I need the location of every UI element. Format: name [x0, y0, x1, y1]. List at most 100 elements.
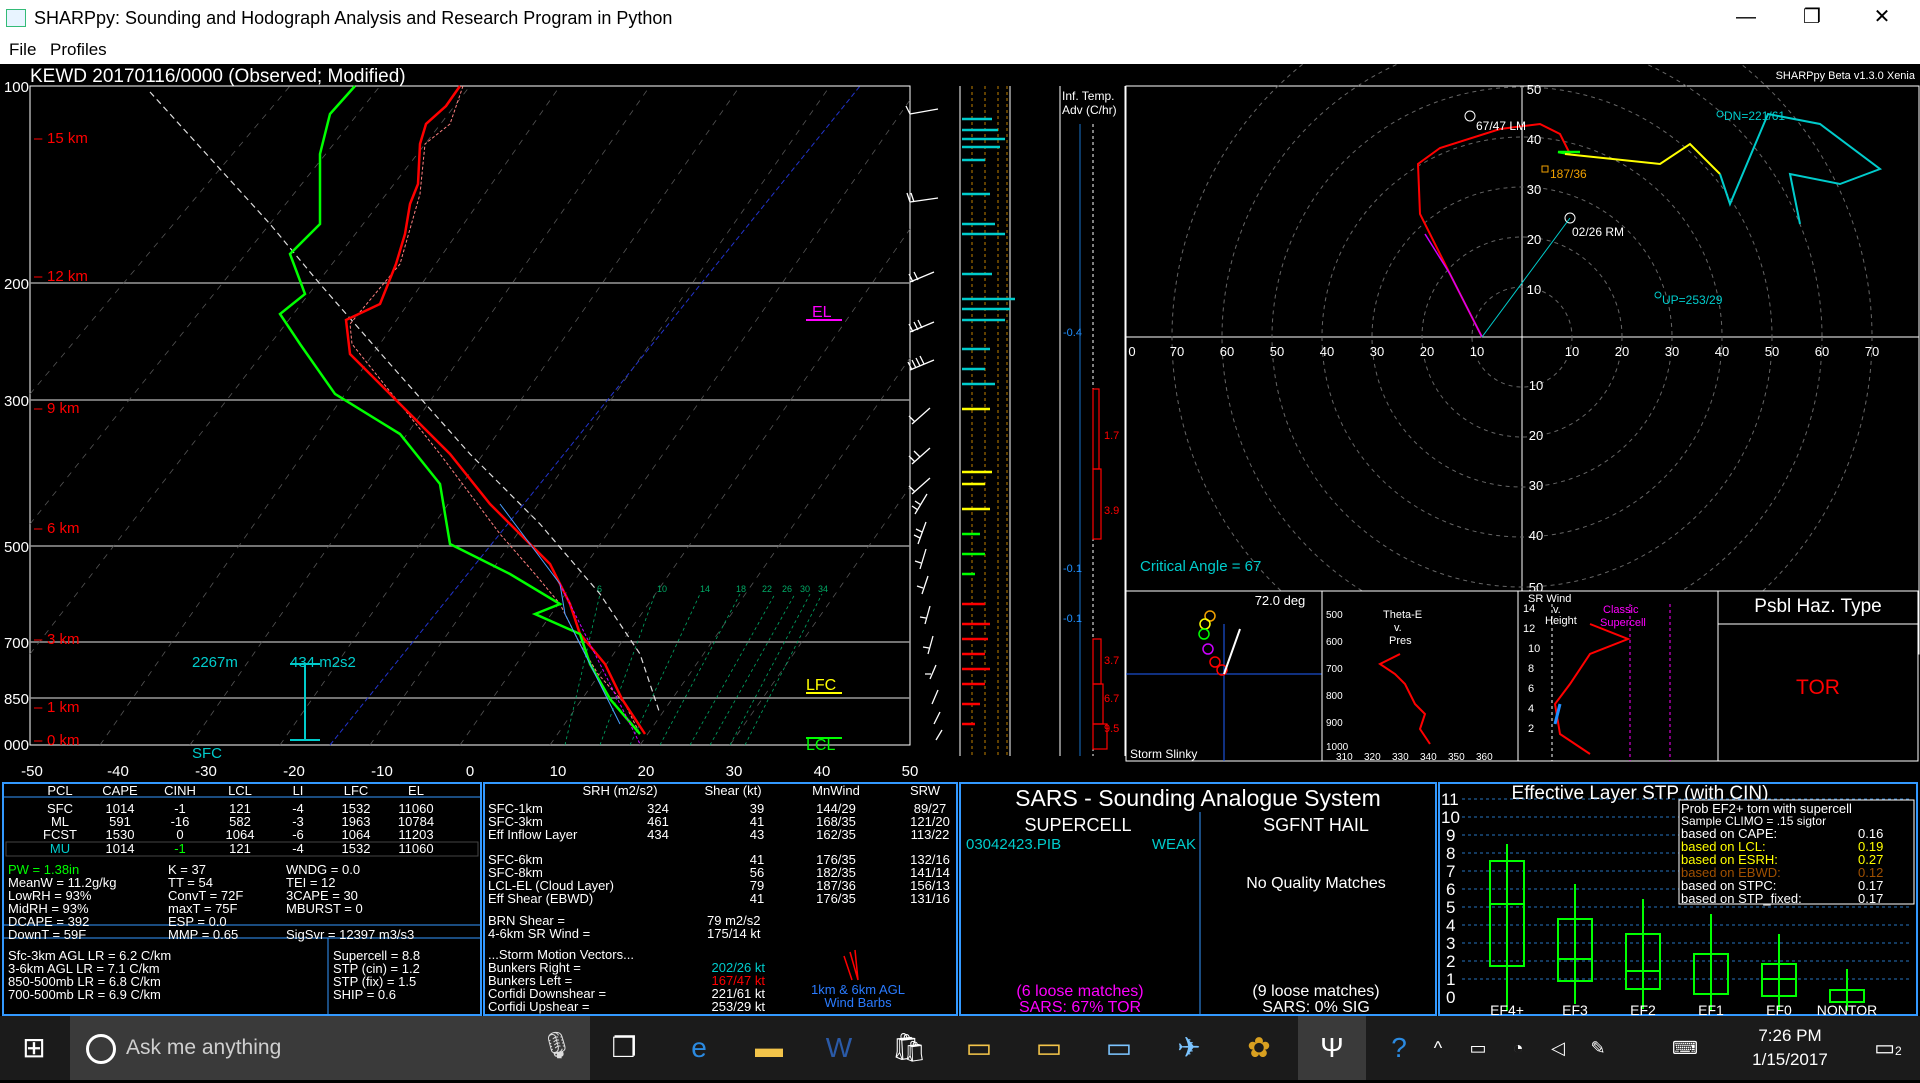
svg-text:10: 10 [550, 763, 567, 780]
svg-text:320: 320 [1364, 752, 1381, 763]
svg-text:340: 340 [1420, 752, 1437, 763]
svg-text:CAPE: CAPE [102, 783, 138, 798]
bunkers-left-label: 67/47 LM [1476, 119, 1526, 133]
svg-text:200: 200 [4, 276, 29, 293]
menu-file[interactable]: File [9, 40, 36, 60]
lcl-label: LCL [806, 737, 835, 754]
wind-barbs [905, 105, 943, 741]
svg-text:6: 6 [1446, 880, 1455, 899]
documents-icon[interactable]: ▭ [945, 1016, 1013, 1080]
svg-text:350: 350 [1448, 752, 1465, 763]
svg-text:(6 loose matches): (6 loose matches) [1016, 983, 1143, 1000]
svg-text:0: 0 [176, 827, 183, 842]
svg-text:14: 14 [700, 584, 710, 594]
svg-text:800: 800 [1326, 691, 1343, 702]
start-button[interactable]: ⊞ [0, 1016, 68, 1080]
clock-time: 7:26 PM [1758, 1026, 1822, 1045]
sharppy-taskbar-icon[interactable]: Ψ [1298, 1016, 1366, 1080]
chevron-up-icon[interactable]: ^ [1418, 1016, 1458, 1080]
composite-indices: Supercell = 8.8STP (cin) = 1.2 STP (fix)… [333, 948, 420, 1002]
menu-profiles[interactable]: Profiles [50, 40, 107, 60]
svg-text:7: 7 [1446, 862, 1455, 881]
isobars [30, 282, 910, 699]
volume-icon[interactable]: ◁ [1538, 1016, 1578, 1080]
svg-text:SHIP = 0.6: SHIP = 0.6 [333, 987, 396, 1002]
svg-text:-0.1: -0.1 [1063, 563, 1082, 575]
svg-text:SGFNT HAIL: SGFNT HAIL [1263, 815, 1369, 835]
svg-text:1530: 1530 [106, 827, 135, 842]
svg-text:50: 50 [1270, 344, 1284, 359]
svg-text:3.9: 3.9 [1104, 505, 1119, 517]
svg-text:MMP = 0.65: MMP = 0.65 [168, 927, 238, 942]
svg-text:0 km: 0 km [47, 732, 80, 749]
svg-text:6.7: 6.7 [1104, 693, 1119, 705]
skewt-header: KEWD 20170116/0000 (Observed; Modified) [30, 66, 406, 87]
svg-text:1: 1 [1446, 970, 1455, 989]
keyboard-icon[interactable]: ⌨ [1660, 1016, 1710, 1080]
close-button[interactable]: ✕ [1852, 0, 1912, 36]
store-icon[interactable]: 🛍 [875, 1016, 943, 1080]
svg-text:162/35: 162/35 [816, 827, 856, 842]
pen-icon[interactable]: ✎ [1578, 1016, 1618, 1080]
svg-text:113/22: 113/22 [911, 827, 950, 842]
critical-angle-label: Critical Angle = 67 [1140, 558, 1261, 575]
skewt-panel[interactable]: KEWD 20170116/0000 (Observed; Modified) [4, 66, 943, 780]
mixing-labels: 6 10 14 18 22 26 30 34 [597, 584, 828, 594]
svg-text:43: 43 [750, 827, 764, 842]
svg-text:850: 850 [4, 691, 29, 708]
svg-text:12: 12 [1523, 623, 1535, 635]
hazard-title: Psbl Haz. Type [1754, 596, 1881, 617]
notification-icon[interactable]: ▭2 [1860, 1016, 1916, 1080]
svg-text:600: 600 [1326, 637, 1343, 648]
sfc-label: SFC [192, 745, 222, 762]
svg-text:–: – [34, 732, 43, 749]
maximize-button[interactable]: ❐ [1782, 0, 1842, 36]
downdraft-trace [559, 583, 641, 745]
svg-text:Supercell: Supercell [1600, 617, 1646, 629]
file-explorer-icon[interactable]: ▬ [735, 1016, 803, 1080]
wifi-icon[interactable]: ◔ [1498, 1016, 1538, 1080]
microphone-icon[interactable]: 🎙 [540, 1030, 573, 1061]
word-icon[interactable]: W [805, 1016, 873, 1080]
computer-icon[interactable]: ▭ [1085, 1016, 1153, 1080]
hazard-type-panel: Psbl Haz. Type TOR [1717, 590, 1919, 762]
inf-temp-title: Inf. Temp. [1062, 89, 1114, 103]
svg-text:10: 10 [1529, 378, 1543, 393]
storm-slinky-panel: 72.0 deg Storm Slinky [1125, 590, 1323, 762]
svg-text:4: 4 [1528, 703, 1534, 715]
svg-text:MU: MU [50, 841, 70, 856]
minimize-button[interactable]: — [1716, 0, 1776, 36]
svg-text:EF2: EF2 [1630, 1002, 1656, 1016]
svg-text:PCL: PCL [47, 783, 72, 798]
svg-text:41: 41 [750, 891, 764, 906]
sars-title: SARS - Sounding Analogue System [1015, 785, 1381, 811]
version-label: SHARPpy Beta v1.3.0 Xenia [1776, 70, 1916, 82]
kinematics-panel: SRH (m2/s2) Shear (kt) MnWind SRW SFC-1k… [483, 782, 958, 1016]
svg-text:30: 30 [1527, 182, 1541, 197]
edge-icon[interactable]: e [665, 1016, 733, 1080]
svg-text:3 km: 3 km [47, 631, 80, 648]
pressure-axis: 100 200 300 500 700 850 000 [4, 79, 29, 754]
svg-text:–: – [34, 699, 43, 716]
svg-text:Theta-E: Theta-E [1383, 609, 1422, 621]
svg-text:-30: -30 [195, 763, 217, 780]
svg-text:10: 10 [1527, 282, 1541, 297]
svg-text:700: 700 [4, 635, 29, 652]
svg-text:Wind Barbs: Wind Barbs [824, 995, 892, 1010]
folder-icon[interactable]: ▭ [1015, 1016, 1083, 1080]
battery-icon[interactable]: ▭ [1458, 1016, 1498, 1080]
bunkers-left-value: 167/47 kt [712, 973, 766, 988]
menu-bar: File Profiles [0, 36, 1920, 64]
svg-text:MnWind: MnWind [812, 783, 860, 798]
slinky-title: Storm Slinky [1130, 747, 1197, 761]
svg-text:SARS: 0% SIG: SARS: 0% SIG [1262, 999, 1370, 1016]
clock[interactable]: 7:26 PM 1/15/2017 [1720, 1024, 1860, 1072]
svg-text:0: 0 [1128, 344, 1135, 359]
badge-icon[interactable]: ✿ [1225, 1016, 1293, 1080]
search-box[interactable]: Ask me anything 🎙 [70, 1016, 590, 1080]
svg-text:100: 100 [4, 79, 29, 96]
task-view-icon[interactable]: ❐ [590, 1016, 658, 1080]
svg-text:10: 10 [657, 584, 667, 594]
airplane-icon[interactable]: ✈ [1155, 1016, 1223, 1080]
svg-text:10: 10 [1528, 643, 1540, 655]
